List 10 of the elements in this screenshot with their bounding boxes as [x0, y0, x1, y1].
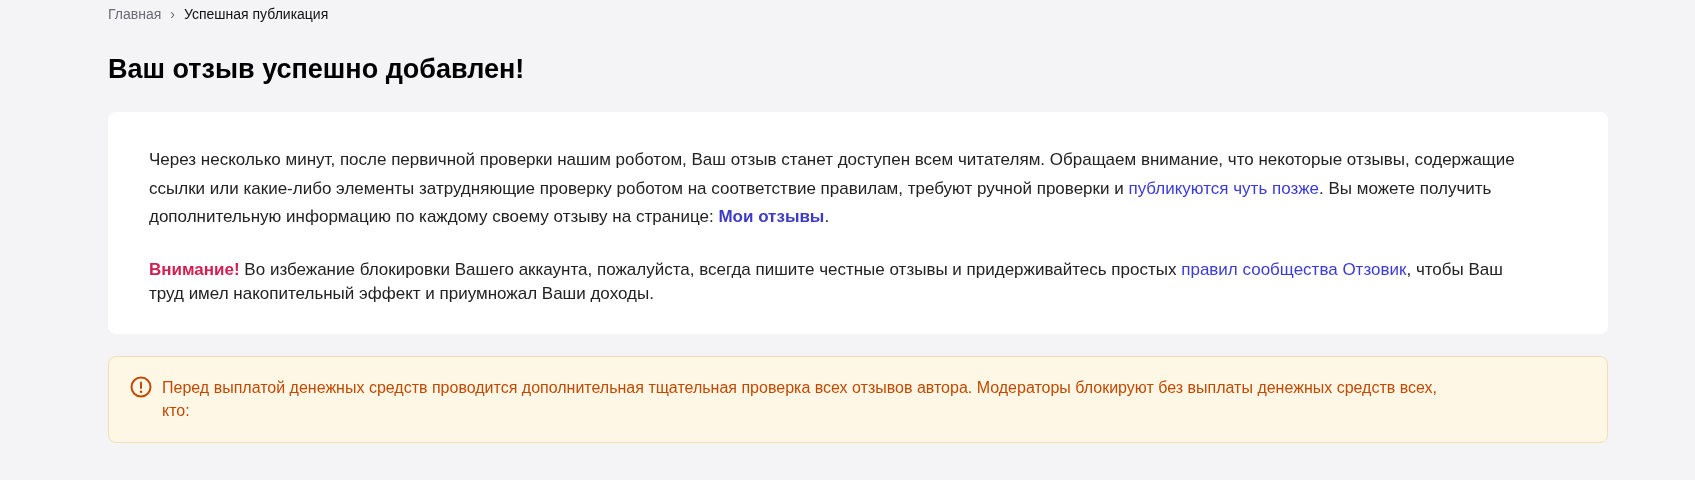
notice-paragraph: Внимание! Во избежание блокировки Вашего аккаунта, пожалуйста, всегда пишите честные отзывы и придерживайтесь простых правил сообщества Отзовик, чтобы Ваш труд имел накопительный эффект и приумножал Ваши доходы. [149, 258, 1504, 305]
breadcrumb-current: Успешная публикация [183, 6, 329, 22]
notice-paragraph: Через несколько минут, после первичной проверки нашим роботом, Ваш отзыв станет доступен всем читателям. Обращаем внимание, что некоторые отзывы, содержащие ссылки или какие-либо элементы затрудняющие проверку роботом на соответствие правилам, требуют ручной проверки и публикуются чуть позже. Вы можете получить дополнительную информацию по каждому своему отзыву на странице: Мои отзывы. [149, 149, 1516, 228]
page-title: Ваш отзыв успешно добавлен! [108, 53, 525, 86]
my-reviews-link[interactable]: Мои отзывы [718, 207, 825, 226]
text-link[interactable]: правил сообщества Отзовик [1181, 259, 1407, 279]
breadcrumb-link[interactable]: Главная [108, 6, 162, 22]
warning-text: Перед выплатой денежных средств проводится дополнительная тщательная проверка всех отзывов автора. Модераторы блокируют без выплаты денежных средств всех, кто: [162, 377, 1439, 421]
text-link[interactable]: публикуются чуть позже [1128, 178, 1320, 198]
breadcrumb-separator: › [170, 6, 175, 22]
